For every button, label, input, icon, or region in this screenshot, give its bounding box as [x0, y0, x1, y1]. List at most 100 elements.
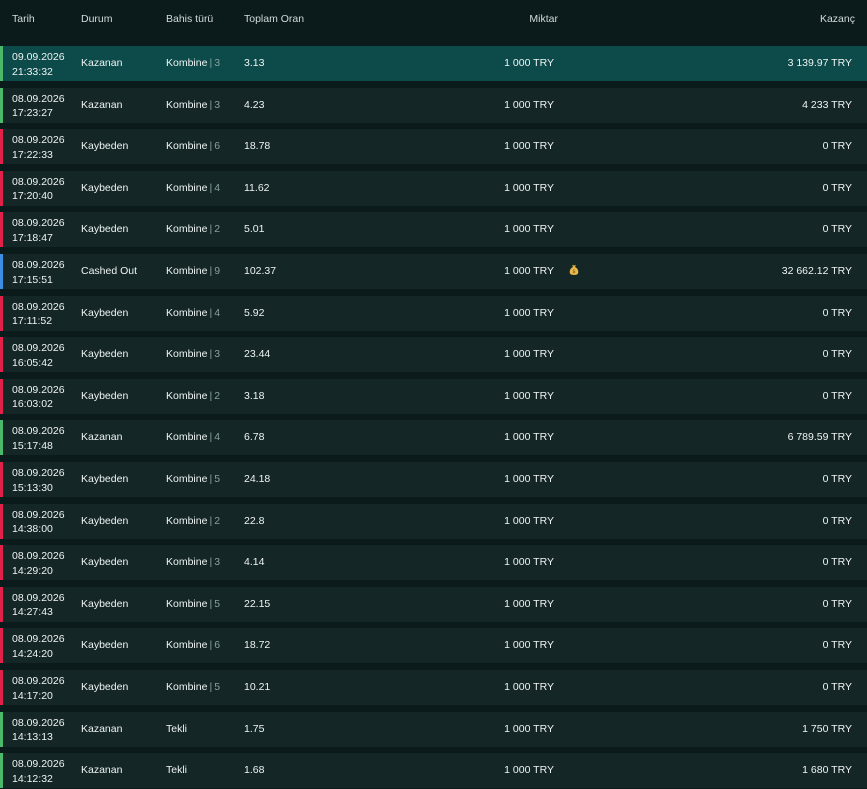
- bet-time: 14:17:20: [12, 689, 53, 702]
- amount-cell: 1 000 TRY: [504, 306, 554, 319]
- bet-time: 14:12:32: [12, 772, 53, 785]
- total-odds-cell: 4.23: [244, 98, 265, 111]
- selection-count: 3: [214, 348, 221, 361]
- table-row[interactable]: 08.09.2026 14:17:20 Kaybeden Kombine | 5 10.21…: [0, 670, 867, 705]
- status-cell: Kazanan: [81, 764, 123, 777]
- column-header-total-odds[interactable]: Toplam Oran: [244, 13, 304, 25]
- bet-type-label: Kombine: [166, 98, 208, 111]
- date-cell: 08.09.2026 17:11:52: [12, 300, 65, 329]
- winnings-cell: 6 789.59 TRY: [787, 431, 852, 444]
- separator: |: [209, 306, 213, 319]
- bet-type-label: Kombine: [166, 597, 208, 610]
- winnings-cell: 3 139.97 TRY: [787, 57, 852, 69]
- bet-type-cell: Kombine | 5: [166, 598, 220, 610]
- bet-time: 17:23:27: [12, 107, 53, 120]
- bet-type-label: Kombine: [166, 265, 208, 277]
- bet-type-cell: Kombine | 4: [166, 307, 220, 319]
- column-header-status[interactable]: Durum: [81, 13, 113, 25]
- table-row[interactable]: 08.09.2026 14:38:00 Kaybeden Kombine | 2 22.8 1…: [0, 503, 867, 539]
- table-row[interactable]: 08.09.2026 17:15:51 Cashed Out Kombine | 9 102…: [0, 254, 867, 289]
- date-cell: 08.09.2026 17:23:27: [12, 92, 65, 121]
- bet-date: 08.09.2026: [12, 550, 65, 563]
- bet-time: 21:33:32: [12, 65, 53, 78]
- bet-type-cell: Kombine | 3: [166, 99, 220, 111]
- total-odds-cell: 22.15: [244, 597, 271, 610]
- selection-count: 9: [214, 265, 221, 277]
- bet-type-label: Kombine: [166, 57, 208, 69]
- amount-cell: 1 000 TRY: [504, 597, 554, 610]
- amount-cell: 1 000 TRY: [504, 556, 554, 569]
- table-row[interactable]: 08.09.2026 15:13:30 Kaybeden Kombine | 5 24.18…: [0, 462, 867, 497]
- status-cell: Kaybeden: [81, 181, 129, 194]
- selection-count: 6: [214, 639, 221, 652]
- column-header-bet-type[interactable]: Bahis türü: [166, 13, 213, 25]
- status-cell: Kaybeden: [81, 140, 129, 153]
- bet-type-cell: Kombine | 5: [166, 681, 220, 693]
- bet-type-cell: Kombine | 2: [166, 390, 220, 402]
- amount-cell: 1 000 TRY: [504, 764, 554, 777]
- winnings-cell: 0 TRY: [822, 473, 852, 485]
- date-cell: 08.09.2026 15:17:48: [12, 424, 65, 453]
- selection-count: 6: [214, 140, 221, 153]
- total-odds-cell: 5.92: [244, 306, 265, 319]
- bet-date: 08.09.2026: [12, 758, 65, 771]
- winnings-cell: 0 TRY: [822, 223, 852, 236]
- winnings-cell: 0 TRY: [822, 514, 852, 527]
- table-row[interactable]: 08.09.2026 14:12:32 Kazanan Tekli 1.68 1 000 …: [0, 753, 867, 789]
- status-indicator-bar: [0, 337, 3, 373]
- date-cell: 08.09.2026 17:22:33: [12, 133, 65, 162]
- table-row[interactable]: 08.09.2026 17:20:40 Kaybeden Kombine | 4 11.62…: [0, 170, 867, 206]
- table-row[interactable]: 08.09.2026 14:13:13 Kazanan Tekli 1.75 1 000 …: [0, 711, 867, 747]
- status-indicator-bar: [0, 87, 3, 123]
- bet-date: 08.09.2026: [12, 300, 65, 313]
- bet-type-cell: Kombine | 5: [166, 473, 220, 485]
- bet-type-label: Kombine: [166, 639, 208, 652]
- table-row[interactable]: 08.09.2026 16:03:02 Kaybeden Kombine | 2 3.18 1…: [0, 378, 867, 414]
- table-row[interactable]: 09.09.2026 21:33:32 Kazanan Kombine | 3 3.13 1 …: [0, 46, 867, 81]
- status-indicator-bar: [0, 711, 3, 747]
- amount-cell: 1 000 TRY: [504, 140, 554, 153]
- column-header-amount[interactable]: Miktar: [529, 13, 558, 25]
- winnings-cell: 0 TRY: [822, 140, 852, 153]
- amount-cell: 1 000 TRY: [504, 514, 554, 527]
- date-cell: 08.09.2026 14:29:20: [12, 549, 65, 578]
- status-indicator-bar: [0, 670, 3, 705]
- bet-date: 08.09.2026: [12, 591, 65, 604]
- separator: |: [209, 57, 213, 69]
- selection-count: 2: [214, 223, 221, 236]
- bet-time: 14:24:20: [12, 647, 53, 660]
- date-cell: 08.09.2026 17:15:51: [12, 258, 65, 287]
- winnings-cell: 0 TRY: [822, 348, 852, 361]
- status-indicator-bar: [0, 295, 3, 331]
- amount-cell: 1 000 TRY: [504, 98, 554, 111]
- separator: |: [209, 140, 213, 153]
- table-row[interactable]: 08.09.2026 17:11:52 Kaybeden Kombine | 4 5.92 1…: [0, 295, 867, 331]
- separator: |: [209, 639, 213, 652]
- table-row[interactable]: 08.09.2026 14:29:20 Kaybeden Kombine | 3 4.14 1…: [0, 545, 867, 581]
- bet-type-cell: Tekli: [166, 764, 187, 776]
- date-cell: 08.09.2026 14:24:20: [12, 632, 65, 661]
- winnings-cell: 4 233 TRY: [802, 98, 852, 111]
- selection-count: 5: [214, 473, 221, 485]
- status-indicator-bar: [0, 628, 3, 664]
- separator: |: [209, 473, 213, 485]
- amount-cell: 1 000 TRY: [504, 57, 554, 69]
- date-cell: 08.09.2026 16:05:42: [12, 341, 65, 370]
- table-row[interactable]: 08.09.2026 17:18:47 Kaybeden Kombine | 2 5.01 1…: [0, 212, 867, 248]
- table-row[interactable]: 08.09.2026 14:24:20 Kaybeden Kombine | 6 18.72…: [0, 628, 867, 664]
- table-row[interactable]: 08.09.2026 14:27:43 Kaybeden Kombine | 5 22.15…: [0, 586, 867, 622]
- status-cell: Kaybeden: [81, 556, 129, 569]
- bet-date: 08.09.2026: [12, 425, 65, 438]
- separator: |: [209, 431, 213, 444]
- bet-time: 14:38:00: [12, 523, 53, 536]
- status-cell: Kaybeden: [81, 639, 129, 652]
- table-row[interactable]: 08.09.2026 15:17:48 Kazanan Kombine | 4 6.78 1 …: [0, 420, 867, 456]
- table-row[interactable]: 08.09.2026 17:23:27 Kazanan Kombine | 3 4.23 1 …: [0, 87, 867, 123]
- column-header-winnings[interactable]: Kazanç: [820, 13, 855, 25]
- table-row[interactable]: 08.09.2026 17:22:33 Kaybeden Kombine | 6 18.78…: [0, 129, 867, 165]
- status-cell: Kazanan: [81, 431, 123, 444]
- amount-cell: 1 000 TRY: [504, 681, 554, 693]
- status-cell: Kaybeden: [81, 681, 129, 693]
- column-header-date[interactable]: Tarih: [12, 13, 35, 25]
- table-row[interactable]: 08.09.2026 16:05:42 Kaybeden Kombine | 3 23.44…: [0, 337, 867, 373]
